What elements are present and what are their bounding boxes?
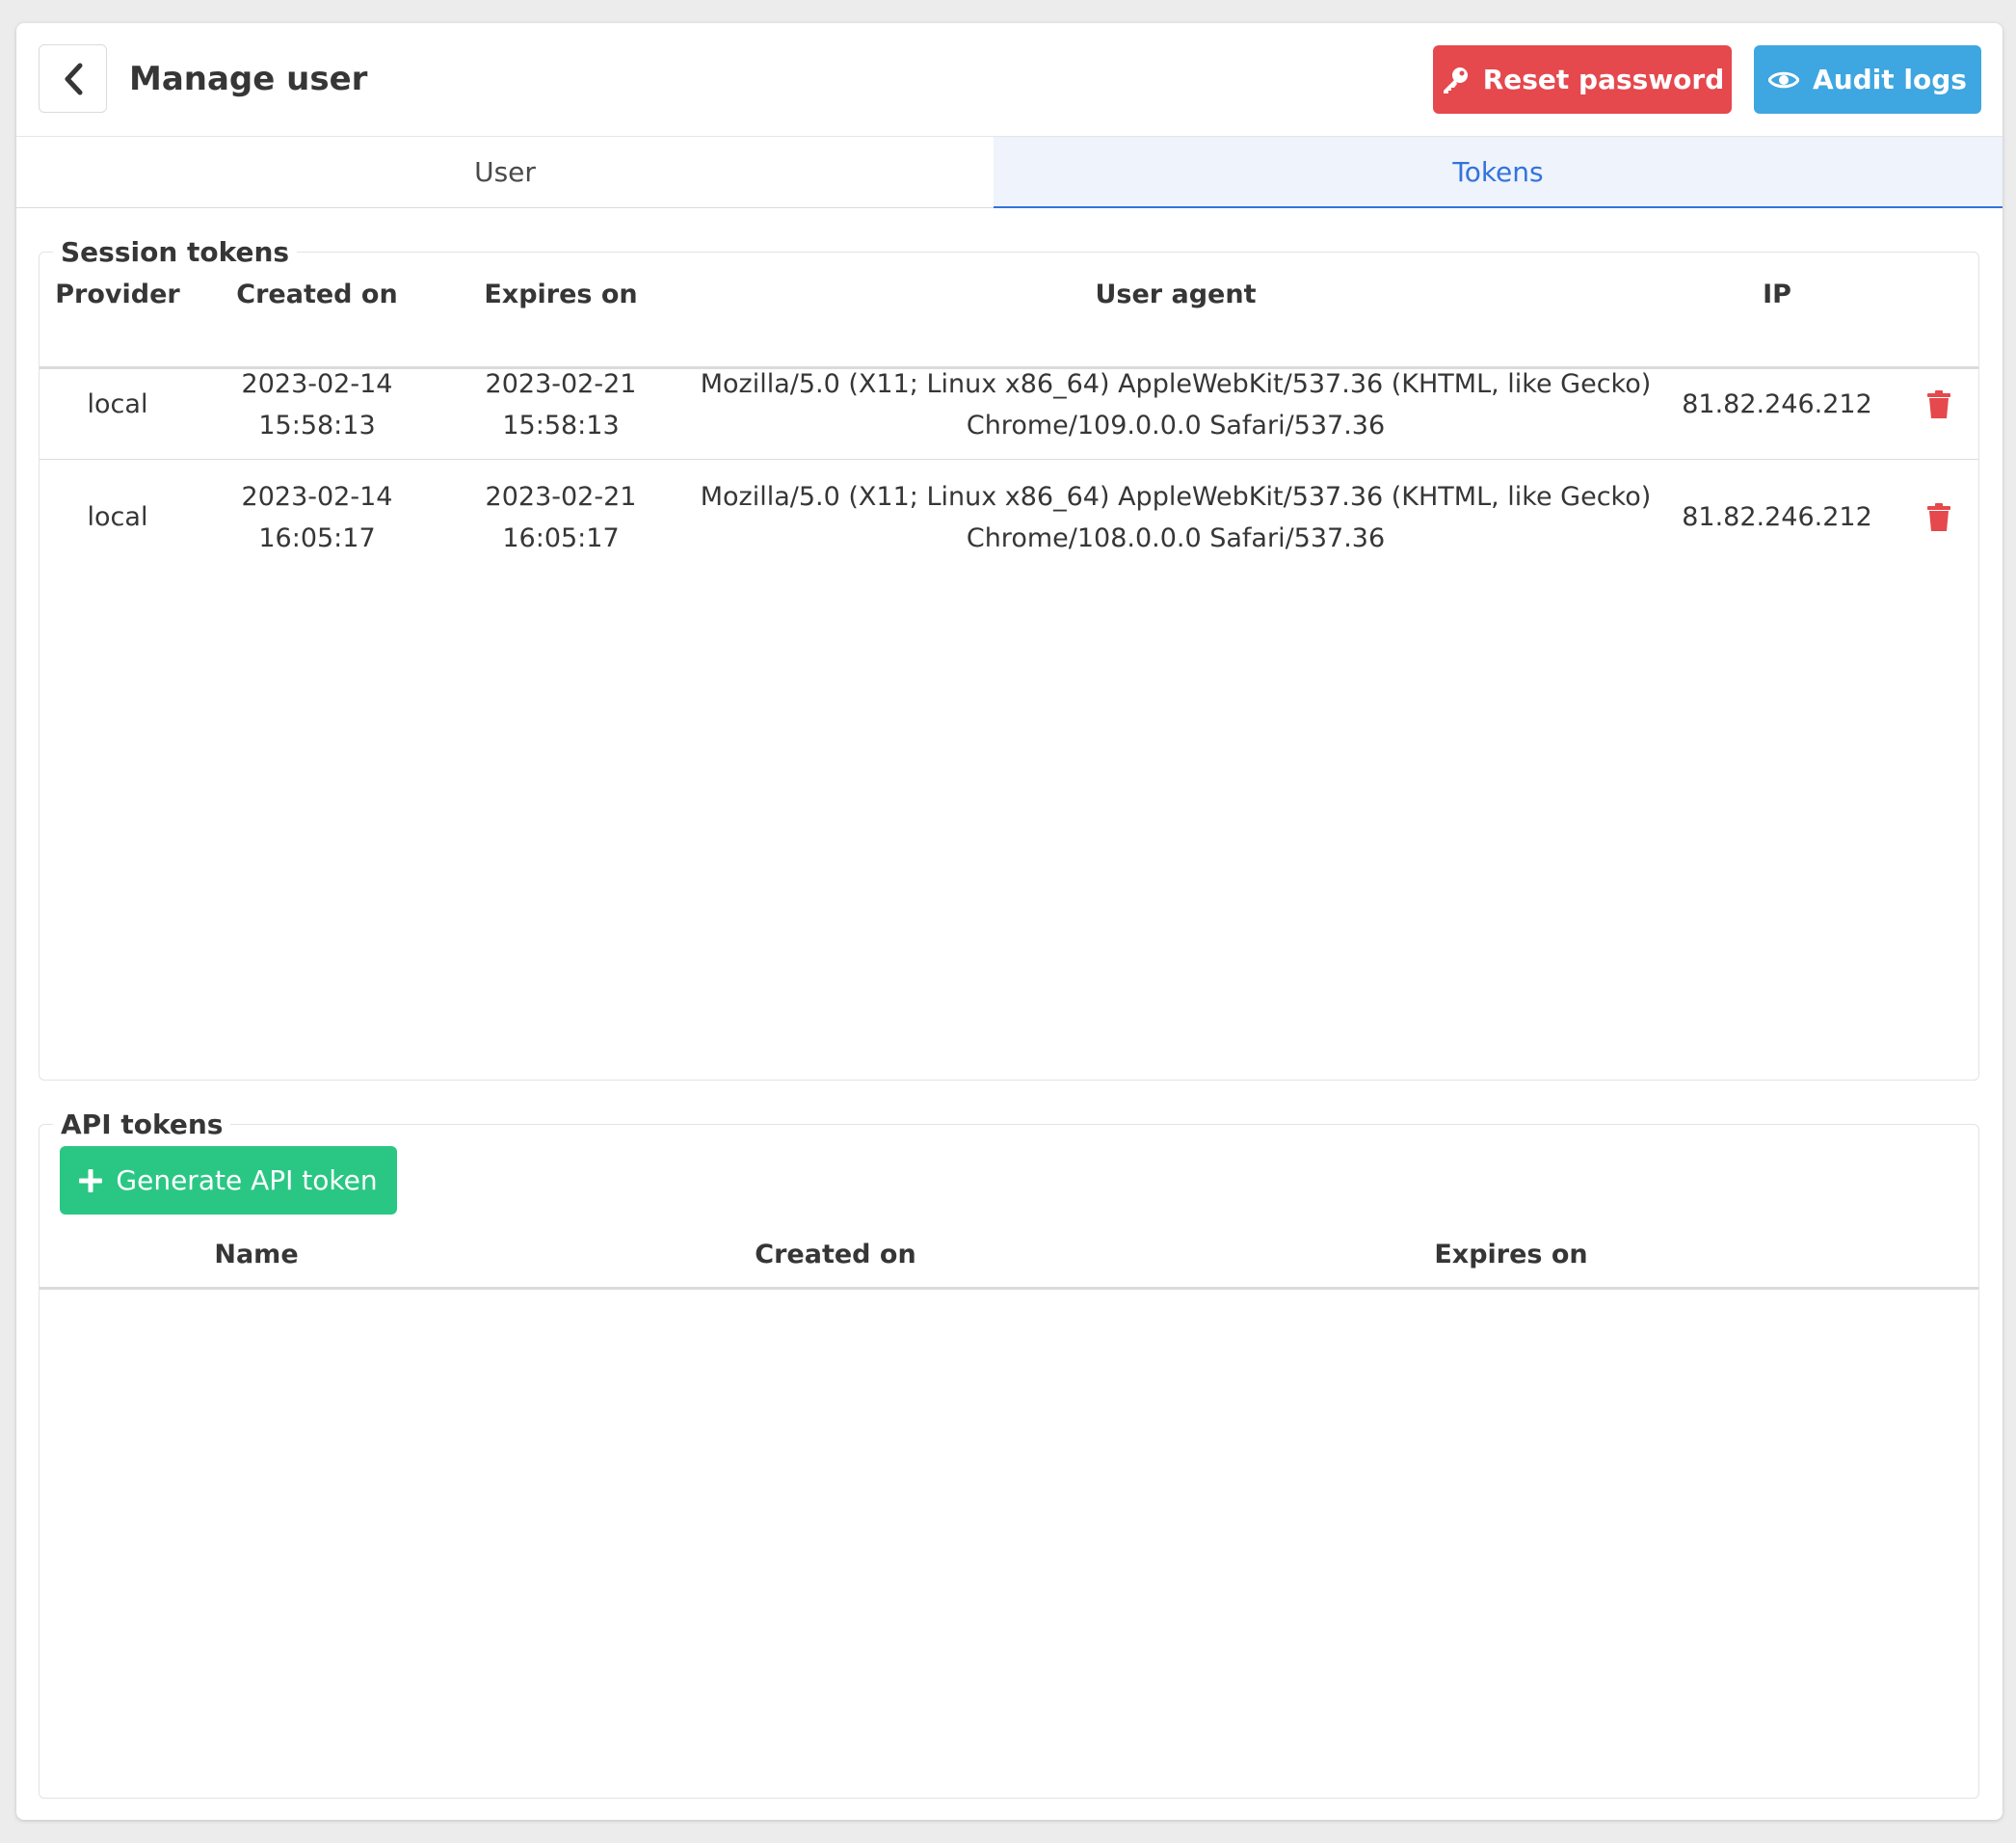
tab-bar: User Tokens (16, 136, 2003, 208)
cell-provider: local (87, 389, 148, 419)
eye-icon (1768, 71, 1800, 88)
column-header-ip: IP (1763, 280, 1791, 309)
manage-user-card: Manage user Reset password Audit logs Us… (16, 23, 2003, 1820)
trash-icon (1927, 503, 1950, 531)
cell-created-date: 2023-02-14 (241, 482, 393, 512)
cell-expires-date: 2023-02-21 (485, 369, 637, 399)
cell-ip: 81.82.246.212 (1682, 389, 1872, 419)
cell-user-agent-line2: Chrome/108.0.0.0 Safari/537.36 (966, 523, 1386, 553)
column-header-provider: Provider (55, 280, 180, 309)
cell-expires-time: 15:58:13 (502, 411, 620, 441)
api-tokens-section: API tokens Generate API token Name Creat… (39, 1106, 1979, 1799)
row-divider (40, 459, 1978, 460)
cell-expires-date: 2023-02-21 (485, 482, 637, 512)
cell-created-time: 15:58:13 (258, 411, 376, 441)
cell-ip: 81.82.246.212 (1682, 502, 1872, 532)
trash-icon (1927, 390, 1950, 418)
back-button[interactable] (39, 44, 107, 113)
column-header-expires-on: Expires on (484, 280, 638, 309)
generate-api-token-button[interactable]: Generate API token (60, 1146, 397, 1215)
session-tokens-legend: Session tokens (53, 233, 298, 272)
delete-session-button[interactable] (1925, 502, 1952, 533)
audit-logs-label: Audit logs (1813, 64, 1967, 95)
tab-tokens[interactable]: Tokens (994, 137, 2003, 208)
delete-session-button[interactable] (1925, 389, 1952, 420)
column-header-created-on: Created on (755, 1240, 916, 1269)
cell-provider: local (87, 502, 148, 532)
column-header-user-agent: User agent (1095, 280, 1257, 309)
cell-user-agent-line2: Chrome/109.0.0.0 Safari/537.36 (966, 411, 1386, 441)
column-header-name: Name (214, 1240, 299, 1269)
column-header-created-on: Created on (236, 280, 398, 309)
tab-user[interactable]: User (16, 137, 994, 208)
cell-created-time: 16:05:17 (258, 523, 376, 553)
key-icon (1443, 67, 1468, 93)
page-header: Manage user Reset password Audit logs (16, 23, 2003, 136)
table-header-divider (40, 1287, 1978, 1290)
generate-api-token-label: Generate API token (116, 1164, 378, 1196)
cell-created-date: 2023-02-14 (241, 369, 393, 399)
audit-logs-button[interactable]: Audit logs (1754, 45, 1981, 114)
page-title: Manage user (129, 60, 368, 98)
cell-user-agent-line1: Mozilla/5.0 (X11; Linux x86_64) AppleWeb… (700, 369, 1652, 399)
chevron-left-icon (65, 63, 82, 94)
reset-password-label: Reset password (1482, 64, 1725, 95)
column-header-expires-on: Expires on (1434, 1240, 1588, 1269)
session-tokens-section: Session tokens Provider Created on Expir… (39, 233, 1979, 1081)
plus-icon (79, 1168, 103, 1192)
cell-expires-time: 16:05:17 (502, 523, 620, 553)
reset-password-button[interactable]: Reset password (1433, 45, 1732, 114)
cell-user-agent-line1: Mozilla/5.0 (X11; Linux x86_64) AppleWeb… (700, 482, 1652, 512)
api-tokens-legend: API tokens (53, 1106, 231, 1144)
